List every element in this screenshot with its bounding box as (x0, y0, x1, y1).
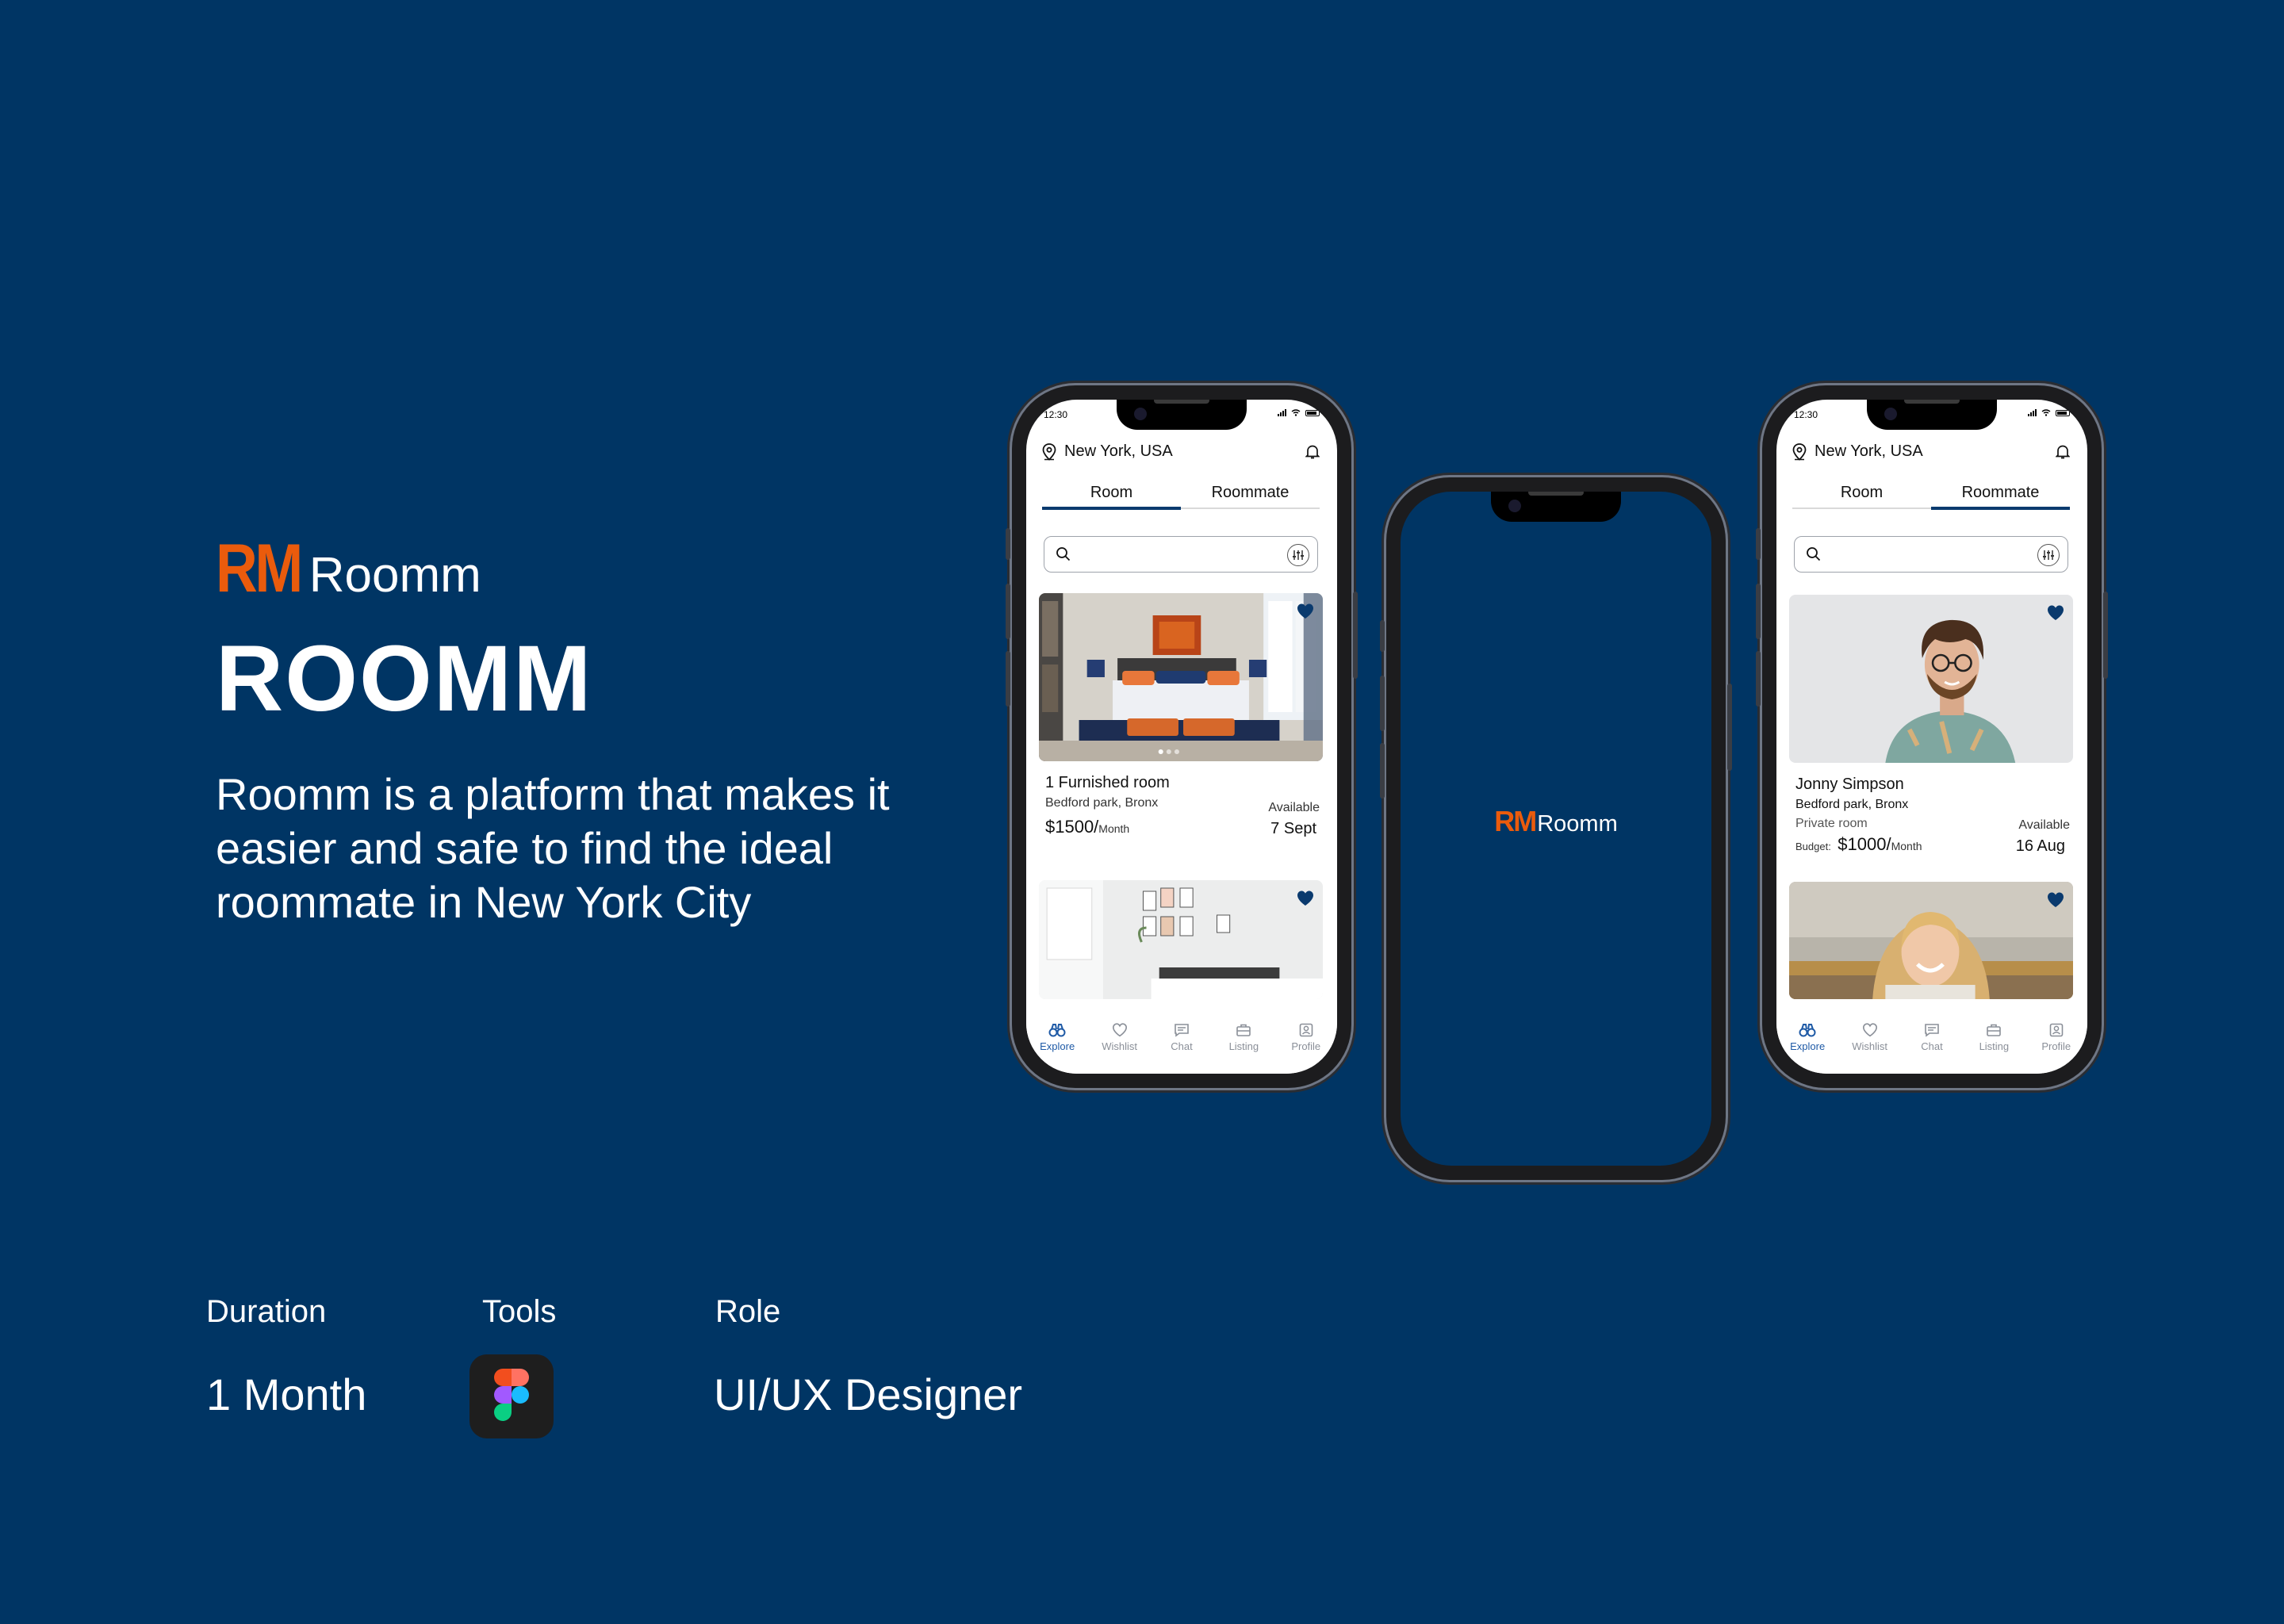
duration-value: 1 Month (206, 1369, 367, 1419)
listing-location: Bedford park, Bronx (1045, 796, 1159, 810)
role-label: Role (715, 1294, 781, 1329)
location-pin-icon (1042, 442, 1056, 461)
location-text[interactable]: New York, USA (1815, 442, 2056, 461)
roommate-photo-man[interactable] (1789, 595, 2073, 763)
nav-listing[interactable]: Listing (1966, 1023, 2021, 1074)
nav-explore[interactable]: Explore (1780, 1023, 1835, 1074)
location-pin-icon (1792, 442, 1807, 461)
search-input[interactable] (1794, 536, 2068, 573)
chat-icon (1925, 1024, 1939, 1037)
tab-room[interactable]: Room (1042, 477, 1181, 510)
profile-icon (2049, 1023, 2064, 1037)
heart-icon[interactable] (2046, 604, 2065, 622)
filter-icon[interactable] (2037, 544, 2060, 566)
phone-roommate-listing: 12:30 New York, USA Room Roommate Jonny … (1756, 385, 2108, 1088)
figma-icon (469, 1354, 554, 1438)
status-time: 12:30 (1044, 409, 1068, 420)
page-title: ROOMM (216, 626, 593, 731)
heart-icon[interactable] (2046, 891, 2065, 909)
brand-mark: RM (216, 530, 303, 607)
roommate-budget: Budget: $1000/Month (1795, 834, 1922, 854)
heart-outline-icon (1112, 1023, 1127, 1037)
nav-wishlist[interactable]: Wishlist (1842, 1023, 1898, 1074)
nav-explore[interactable]: Explore (1029, 1023, 1085, 1074)
roommate-photo-woman[interactable] (1789, 882, 2073, 999)
search-input[interactable] (1044, 536, 1318, 573)
signal-icon (1278, 409, 1286, 416)
room-type: Private room (1795, 817, 1868, 830)
search-icon (1807, 547, 1821, 561)
tab-bar: Room Roommate (1792, 477, 2070, 510)
location-text[interactable]: New York, USA (1064, 442, 1305, 461)
nav-chat[interactable]: Chat (1154, 1023, 1209, 1074)
status-time: 12:30 (1794, 409, 1818, 420)
wifi-icon (1291, 409, 1301, 416)
signal-icon (2028, 409, 2037, 416)
role-value: UI/UX Designer (714, 1369, 1023, 1419)
tab-bar: Room Roommate (1042, 477, 1320, 510)
tagline: Roomm is a platform that makes it easier… (216, 769, 890, 927)
roommate-location: Bedford park, Bronx (1795, 798, 1909, 811)
binoculars-icon (1048, 1024, 1066, 1037)
filter-icon[interactable] (1287, 544, 1309, 566)
nav-profile[interactable]: Profile (1278, 1023, 1334, 1074)
room-photo-white-room[interactable] (1039, 880, 1323, 999)
available-label: Available (2018, 818, 2070, 832)
bottom-nav: Explore Wishlist Chat Listing Profile (1026, 1010, 1337, 1074)
splash-logo: RM Roomm (1494, 805, 1618, 837)
heart-icon[interactable] (1296, 890, 1315, 907)
bottom-nav: Explore Wishlist Chat Listing Profile (1776, 1010, 2087, 1074)
listing-title[interactable]: 1 Furnished room (1045, 774, 1170, 792)
nav-chat[interactable]: Chat (1904, 1023, 1960, 1074)
room-screen: 12:30 New York, USA Room Roommate 1 Furn… (1026, 400, 1337, 1074)
wifi-icon (2041, 409, 2051, 416)
roommate-screen: 12:30 New York, USA Room Roommate Jonny … (1776, 400, 2087, 1074)
tab-room[interactable]: Room (1792, 477, 1931, 508)
tools-label: Tools (482, 1294, 557, 1329)
status-icons (1278, 409, 1320, 416)
status-icons (2028, 409, 2070, 416)
battery-icon (1305, 409, 1320, 416)
tab-roommate[interactable]: Roommate (1181, 477, 1320, 508)
splash-screen: RM Roomm (1401, 492, 1711, 1166)
battery-icon (2056, 409, 2070, 416)
briefcase-icon (1236, 1024, 1251, 1036)
nav-profile[interactable]: Profile (2029, 1023, 2084, 1074)
chat-icon (1175, 1024, 1189, 1037)
heart-outline-icon (1862, 1023, 1877, 1037)
brand-name: Roomm (308, 548, 481, 603)
heart-icon[interactable] (1296, 603, 1315, 620)
listing-price: $1500/Month (1045, 817, 1130, 837)
available-label: Available (1268, 801, 1320, 814)
bell-icon[interactable] (1305, 444, 1320, 460)
bell-icon[interactable] (2056, 444, 2070, 460)
available-date: 7 Sept (1270, 820, 1316, 837)
briefcase-icon (1987, 1024, 2002, 1036)
nav-wishlist[interactable]: Wishlist (1092, 1023, 1148, 1074)
profile-icon (1299, 1023, 1313, 1037)
tab-roommate[interactable]: Roommate (1931, 477, 2070, 510)
phone-room-listing: 12:30 New York, USA Room Roommate 1 Furn… (1006, 385, 1358, 1088)
binoculars-icon (1799, 1024, 1816, 1037)
duration-label: Duration (206, 1294, 327, 1329)
search-icon (1056, 547, 1071, 561)
roommate-name[interactable]: Jonny Simpson (1795, 776, 1904, 794)
nav-listing[interactable]: Listing (1216, 1023, 1271, 1074)
phone-splash: RM Roomm (1380, 477, 1732, 1180)
room-photo-bedroom[interactable] (1039, 593, 1323, 761)
brand-logo: RM Roomm (216, 530, 481, 608)
available-date: 16 Aug (2015, 837, 2065, 855)
